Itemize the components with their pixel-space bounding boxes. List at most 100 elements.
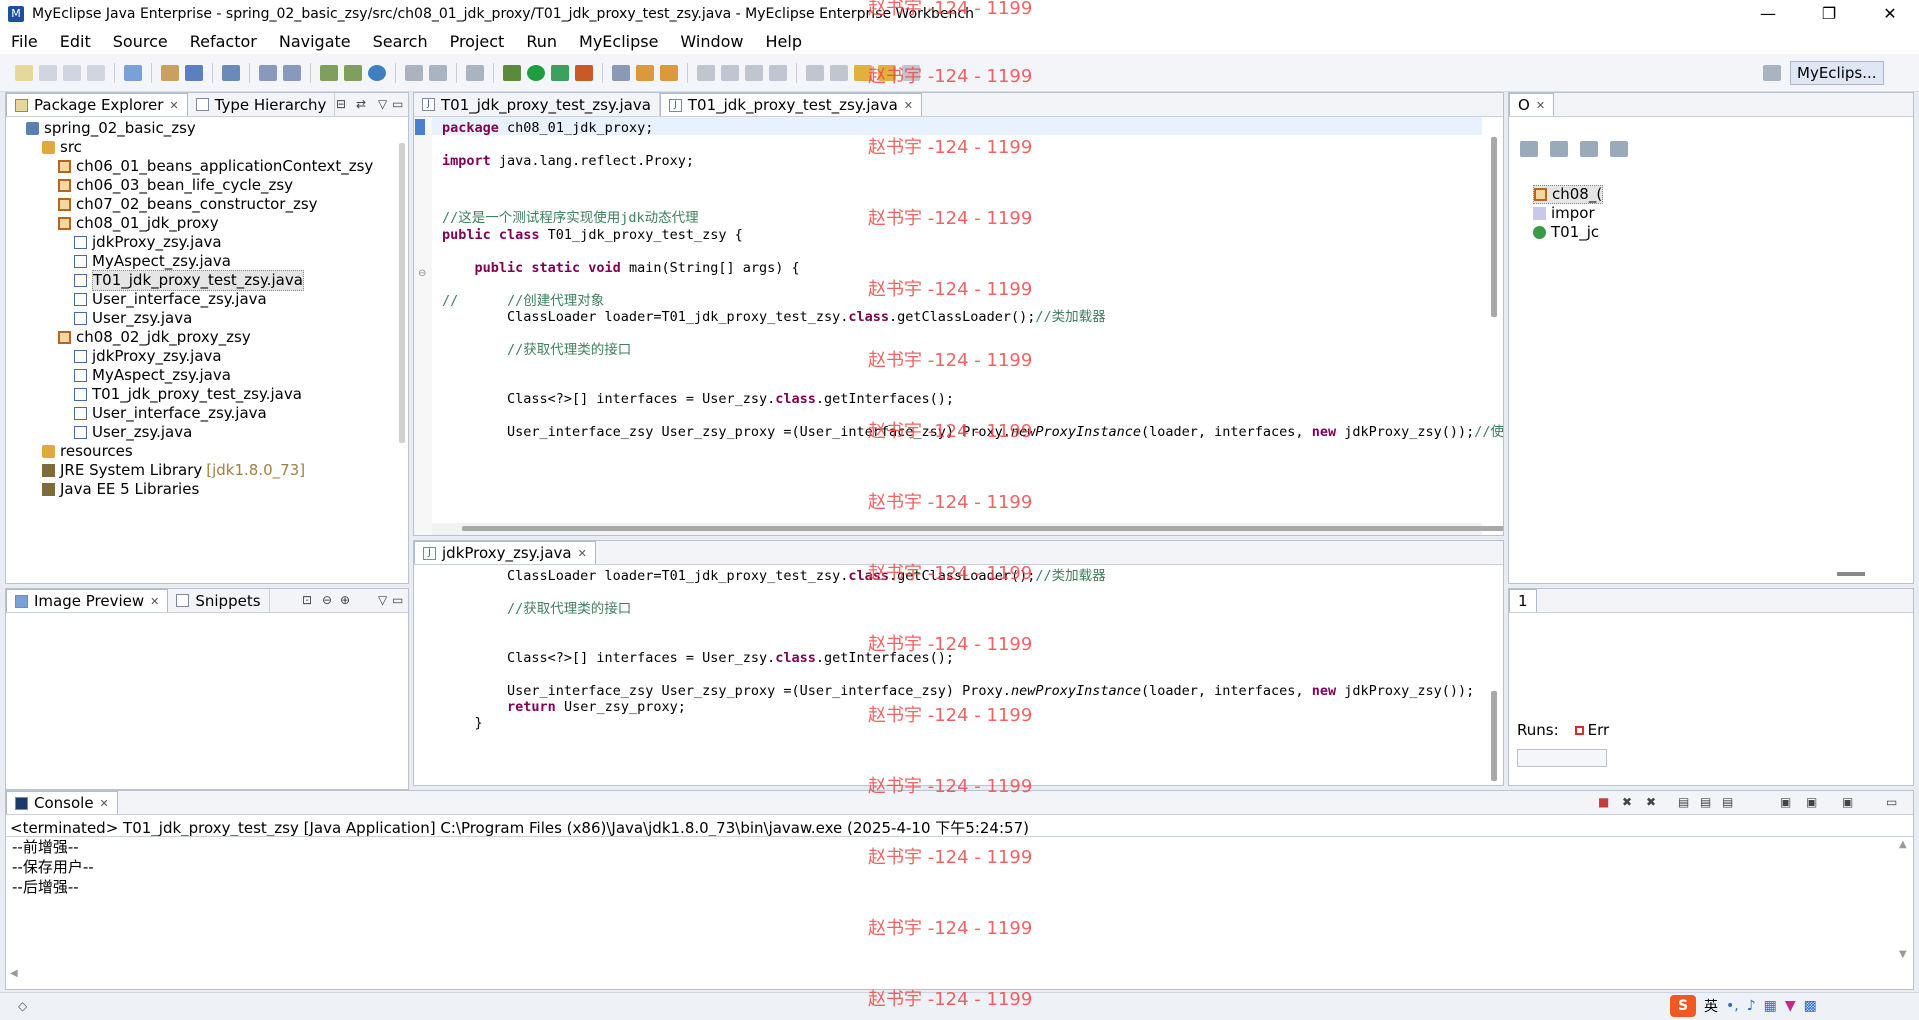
pin-icon[interactable] [697, 64, 715, 81]
annotation-icon[interactable] [660, 64, 678, 81]
new-icon[interactable] [15, 64, 33, 81]
menu-help[interactable]: Help [755, 32, 813, 51]
minimize-view-icon[interactable]: ▭ [392, 593, 403, 607]
deploy-icon[interactable] [222, 64, 240, 81]
run-coverage-icon[interactable] [551, 64, 569, 81]
code-line[interactable]: User_interface_zsy User_zsy_proxy =(User… [442, 424, 1503, 440]
menu-project[interactable]: Project [439, 32, 516, 51]
tree-item[interactable]: Java EE 5 Libraries [6, 480, 394, 499]
save-icon[interactable] [39, 64, 57, 81]
remove-all-icon[interactable]: ✖ [1646, 795, 1656, 809]
tree-item[interactable]: User_interface_zsy.java [6, 404, 394, 423]
last-edit-icon[interactable] [854, 64, 872, 81]
code-line[interactable]: //这是一个测试程序实现使用jdk动态代理 [442, 210, 699, 226]
code-line[interactable]: ClassLoader loader=T01_jdk_proxy_test_zs… [442, 568, 1106, 584]
refresh-icon[interactable] [429, 64, 447, 81]
scroll-thumb[interactable] [1837, 572, 1865, 576]
tree-item[interactable]: ch06_01_beans_applicationContext_zsy [6, 157, 394, 176]
word-wrap-icon[interactable]: ▤ [1722, 795, 1733, 809]
tab-type-hierarchy[interactable]: Type Hierarchy [188, 93, 336, 116]
new-package-icon[interactable] [344, 64, 362, 81]
tree-item[interactable]: jdkProxy_zsy.java [6, 233, 394, 252]
hide-fields-icon[interactable] [1520, 141, 1538, 157]
debug-icon[interactable] [503, 64, 521, 81]
terminate-icon[interactable]: ■ [1598, 795, 1609, 809]
tree-scrollbar[interactable] [399, 143, 405, 443]
scroll-up-icon[interactable]: ▲ [1899, 839, 1907, 850]
code-line[interactable]: ClassLoader loader=T01_jdk_proxy_test_zs… [442, 309, 1106, 325]
open-type-icon[interactable] [161, 64, 179, 81]
menu-run[interactable]: Run [515, 32, 568, 51]
code-line[interactable]: } [442, 715, 483, 731]
external-tools-icon[interactable] [575, 64, 593, 81]
code-line[interactable]: public class T01_jdk_proxy_test_zsy { [442, 227, 743, 243]
pin-console-icon[interactable]: ▣ [1780, 795, 1791, 809]
remove-launch-icon[interactable]: ✖ [1622, 795, 1632, 809]
tab-package-explorer[interactable]: Package Explorer ✕ [6, 93, 188, 116]
outline-item-package[interactable]: ch08_( [1533, 185, 1604, 204]
code-line[interactable]: public static void main(String[] args) { [442, 260, 800, 276]
console-output-line[interactable]: --保存用户-- [12, 857, 94, 877]
toolbox-icon[interactable]: ▩ [1804, 998, 1817, 1014]
code-line[interactable]: //获取代理类的接口 [442, 342, 631, 358]
code-line[interactable]: User_interface_zsy User_zsy_proxy =(User… [442, 683, 1474, 699]
close-window-button[interactable]: ✕ [1862, 0, 1918, 28]
open-console-icon[interactable]: ▣ [1842, 795, 1853, 809]
skin-icon[interactable]: ▼ [1785, 998, 1796, 1014]
tree-item[interactable]: User_zsy.java [6, 423, 394, 442]
view-menu-icon[interactable]: ▽ [378, 97, 387, 111]
tree-item[interactable]: ch08_02_jdk_proxy_zsy [6, 328, 394, 347]
tree-item[interactable]: T01_jdk_proxy_test_zsy.java [6, 270, 394, 291]
perspective-myeclipse-button[interactable]: MyEclips... [1790, 61, 1884, 85]
tab-image-preview[interactable]: Image Preview ✕ [6, 589, 169, 612]
menu-navigate[interactable]: Navigate [268, 32, 362, 51]
tree-item[interactable]: MyAspect_zsy.java [6, 366, 394, 385]
toggle-mark-icon[interactable] [612, 64, 630, 81]
console-output-line[interactable]: --后增强-- [12, 877, 79, 897]
hide-static-icon[interactable] [1580, 141, 1598, 157]
outline-item-class[interactable]: T01_jc [1533, 223, 1603, 242]
code-line[interactable]: Class<?>[] interfaces = User_zsy.class.g… [442, 650, 954, 666]
tab-jdkproxy-file[interactable]: JjdkProxy_zsy.java ✕ [414, 541, 596, 564]
tree-item[interactable]: jdkProxy_zsy.java [6, 347, 394, 366]
tree-item[interactable]: ch08_01_jdk_proxy [6, 214, 394, 233]
server-icon[interactable] [259, 64, 277, 81]
code-line[interactable]: package ch08_01_jdk_proxy; [442, 120, 653, 136]
minimize-button[interactable]: — [1740, 0, 1796, 28]
mark-occurrences-icon[interactable] [636, 64, 654, 81]
sort-icon[interactable] [1550, 141, 1568, 157]
outline-item-imports[interactable]: impor [1533, 204, 1603, 223]
menu-window[interactable]: Window [669, 32, 754, 51]
collapse-all-icon[interactable]: ⊟ [336, 97, 346, 111]
open-resource-icon[interactable] [185, 64, 203, 81]
code-line[interactable]: //获取代理类的接口 [442, 601, 631, 617]
menu-edit[interactable]: Edit [49, 32, 102, 51]
zoom-out-icon[interactable]: ⊖ [322, 593, 332, 607]
tree-item[interactable]: User_interface_zsy.java [6, 290, 394, 309]
back-icon[interactable] [878, 64, 896, 81]
code-line[interactable]: import java.lang.reflect.Proxy; [442, 153, 694, 169]
scroll-left-icon[interactable]: ◀ [10, 968, 18, 979]
close-icon[interactable]: ✕ [904, 99, 913, 112]
browser-icon[interactable] [283, 64, 301, 81]
tree-item[interactable]: JRE System Library [jdk1.8.0_73] [6, 461, 394, 480]
tree-item[interactable]: MyAspect_zsy.java [6, 252, 394, 271]
block-icon[interactable] [745, 64, 763, 81]
tree-item[interactable]: resources [6, 442, 394, 461]
pen-icon[interactable] [721, 64, 739, 81]
close-icon[interactable]: ✕ [169, 99, 178, 112]
display-console-icon[interactable]: ▣ [1806, 795, 1817, 809]
tree-item[interactable]: spring_02_basic_zsy [6, 119, 394, 138]
vertical-scrollbar[interactable] [1491, 691, 1497, 781]
print-icon[interactable] [87, 64, 105, 81]
menu-file[interactable]: File [0, 32, 49, 51]
status-icon[interactable]: ◇ [18, 999, 27, 1013]
prev-annotation-icon[interactable] [830, 64, 848, 81]
microphone-icon[interactable]: ♪ [1747, 998, 1756, 1014]
fold-icon[interactable]: ⊖ [418, 268, 426, 279]
close-icon[interactable]: ✕ [1536, 99, 1545, 112]
punctuation-icon[interactable]: •, [1726, 998, 1739, 1014]
maximize-button[interactable]: ❐ [1801, 0, 1857, 28]
code-line[interactable]: return User_zsy_proxy; [442, 699, 686, 715]
tab-outline[interactable]: O ✕ [1509, 93, 1555, 116]
